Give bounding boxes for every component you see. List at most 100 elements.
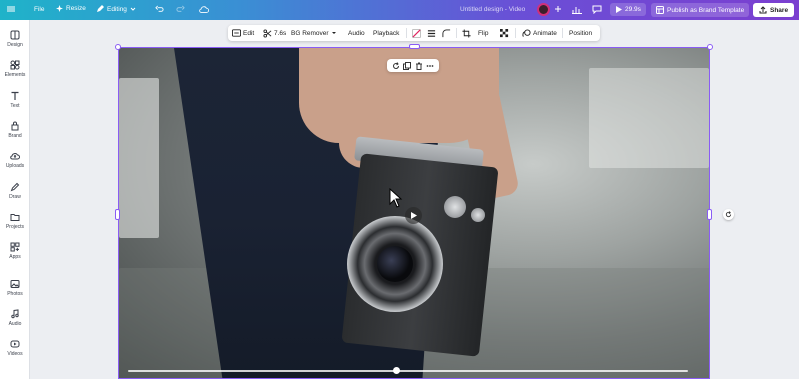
background-window	[589, 68, 709, 168]
chevron-down-icon	[130, 7, 136, 11]
audio-button[interactable]: Audio	[348, 25, 365, 41]
top-bar: File Resize Editing Untitled design - Vi…	[0, 0, 799, 20]
trim-button[interactable]: 7.6s	[263, 25, 286, 41]
sidebar-item-apps[interactable]: Apps	[0, 242, 30, 260]
camera-lens-glass	[377, 246, 413, 282]
sidebar-item-elements[interactable]: Elements	[0, 60, 30, 78]
resize-handle-left[interactable]	[115, 209, 120, 220]
sidebar-item-draw[interactable]: Draw	[0, 182, 30, 200]
sidebar-item-label: Elements	[4, 72, 26, 78]
left-sidebar: Design Elements Text Brand Uploads Draw …	[0, 20, 30, 379]
crop-icon	[462, 28, 471, 38]
apps-icon	[10, 242, 20, 252]
resize-handle-top[interactable]	[409, 44, 420, 49]
undo-button[interactable]	[155, 5, 164, 14]
user-avatar-image	[537, 3, 550, 16]
resize-button[interactable]: Resize	[56, 5, 86, 12]
template-icon	[656, 6, 664, 14]
resize-handle-top-right[interactable]	[707, 44, 713, 50]
brand-icon	[11, 121, 19, 131]
upload-icon	[759, 6, 767, 14]
trim-duration: 7.6s	[274, 29, 287, 37]
sidebar-item-label: Photos	[7, 291, 23, 297]
document-title[interactable]: Untitled design - Video	[460, 6, 525, 13]
bg-remover-dropdown[interactable]: BG Remover	[291, 25, 337, 41]
camera-dial	[444, 196, 466, 218]
comments-button[interactable]	[592, 5, 602, 14]
crop-button[interactable]	[462, 25, 471, 41]
sidebar-item-label: Audio	[8, 321, 22, 327]
sidebar-item-uploads[interactable]: Uploads	[0, 151, 30, 169]
sidebar-item-projects[interactable]: Projects	[0, 212, 30, 230]
home-icon[interactable]	[6, 4, 16, 14]
flip-label: Flip	[478, 29, 489, 37]
animate-button[interactable]: Animate	[522, 25, 557, 41]
toolbar-divider	[562, 28, 563, 38]
elements-icon	[10, 60, 20, 70]
toolbar-divider	[456, 28, 457, 38]
share-label: Share	[770, 6, 789, 14]
camera-dial	[471, 208, 485, 222]
rotate-icon	[725, 211, 732, 218]
share-button[interactable]: Share	[753, 3, 795, 17]
sidebar-item-label: Design	[7, 42, 23, 48]
position-label: Position	[569, 29, 593, 37]
sidebar-item-label: Videos	[7, 351, 23, 357]
videos-icon	[10, 340, 20, 348]
transparency-icon	[500, 28, 509, 37]
resize-label: Resize	[66, 5, 86, 12]
chevron-down-icon	[331, 32, 336, 34]
background-window	[119, 78, 159, 238]
sidebar-item-photos[interactable]: Photos	[0, 279, 30, 297]
publish-label: Publish as Brand Template	[667, 6, 745, 14]
video-scrubber-track[interactable]	[128, 370, 688, 372]
publish-brand-template-button[interactable]: Publish as Brand Template	[651, 3, 750, 17]
border-color-button[interactable]	[412, 25, 421, 41]
play-preview-button[interactable]: 29.9s	[610, 3, 646, 16]
sidebar-item-brand[interactable]: Brand	[0, 121, 30, 139]
editing-label: Editing	[107, 5, 127, 13]
sidebar-item-videos[interactable]: Videos	[0, 339, 30, 357]
animate-icon	[522, 28, 531, 37]
redo-button[interactable]	[176, 5, 185, 14]
context-toolbar: Edit 7.6s BG Remover Audio Playback Flip…	[228, 25, 600, 41]
video-edit-icon	[232, 29, 241, 37]
scissors-icon	[263, 28, 272, 38]
sidebar-item-audio[interactable]: Audio	[0, 309, 30, 327]
position-button[interactable]: Position	[569, 25, 592, 41]
cloud-save-button[interactable]	[199, 5, 209, 14]
duplicate-icon[interactable]	[403, 61, 412, 70]
resize-handle-top-left[interactable]	[115, 44, 121, 50]
editing-mode-dropdown[interactable]: Editing	[96, 5, 136, 13]
comment-icon	[592, 5, 602, 14]
playback-button[interactable]: Playback	[373, 25, 399, 41]
text-icon	[11, 91, 19, 100]
sidebar-item-design[interactable]: Design	[0, 30, 30, 48]
flip-button[interactable]: Flip	[478, 25, 488, 41]
trash-icon[interactable]	[415, 62, 423, 70]
add-collaborator-button[interactable]	[554, 5, 562, 13]
more-options-icon[interactable]	[426, 62, 434, 70]
sidebar-item-label: Brand	[8, 133, 22, 139]
sidebar-item-label: Draw	[9, 194, 21, 200]
animate-label: Animate	[533, 29, 557, 37]
edit-label: Edit	[243, 29, 255, 37]
corner-rounding-button[interactable]	[442, 25, 451, 41]
file-menu[interactable]: File	[34, 6, 44, 13]
audio-label: Audio	[348, 29, 365, 37]
resize-handle-right[interactable]	[707, 209, 712, 220]
sidebar-item-text[interactable]: Text	[0, 91, 30, 109]
sidebar-item-label: Uploads	[5, 163, 25, 169]
border-style-button[interactable]	[427, 25, 436, 41]
avatar[interactable]	[537, 3, 550, 16]
border-style-icon	[427, 29, 436, 37]
rotate-handle[interactable]	[723, 209, 734, 220]
play-icon	[411, 212, 417, 219]
play-icon	[616, 6, 622, 13]
transparency-button[interactable]	[500, 25, 509, 41]
video-play-button[interactable]	[405, 207, 422, 224]
element-floating-toolbar	[387, 59, 439, 72]
refresh-icon[interactable]	[392, 61, 400, 70]
edit-video-button[interactable]: Edit	[232, 25, 254, 41]
insights-button[interactable]	[572, 5, 582, 14]
